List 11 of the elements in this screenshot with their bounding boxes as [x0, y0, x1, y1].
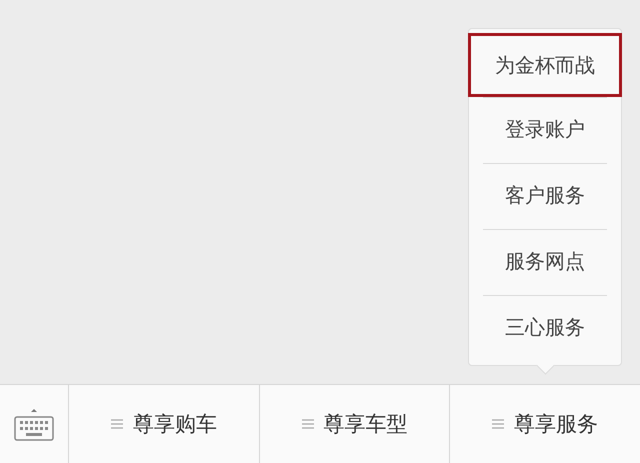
- menu-tab[interactable]: 尊享服务: [450, 385, 640, 463]
- menu-icon: [492, 419, 504, 429]
- menu-tab[interactable]: 尊享车型: [260, 385, 450, 463]
- menu-item[interactable]: 服务网点: [483, 229, 607, 295]
- keyboard-icon[interactable]: [14, 406, 54, 442]
- menu-item[interactable]: 登录账户: [483, 97, 607, 163]
- menu-item[interactable]: 客户服务: [483, 163, 607, 229]
- menu-tab[interactable]: 尊享购车: [69, 385, 260, 463]
- menu-icon: [302, 419, 314, 429]
- menu-item[interactable]: 为金杯而战: [468, 33, 622, 97]
- menu-icon: [110, 419, 123, 429]
